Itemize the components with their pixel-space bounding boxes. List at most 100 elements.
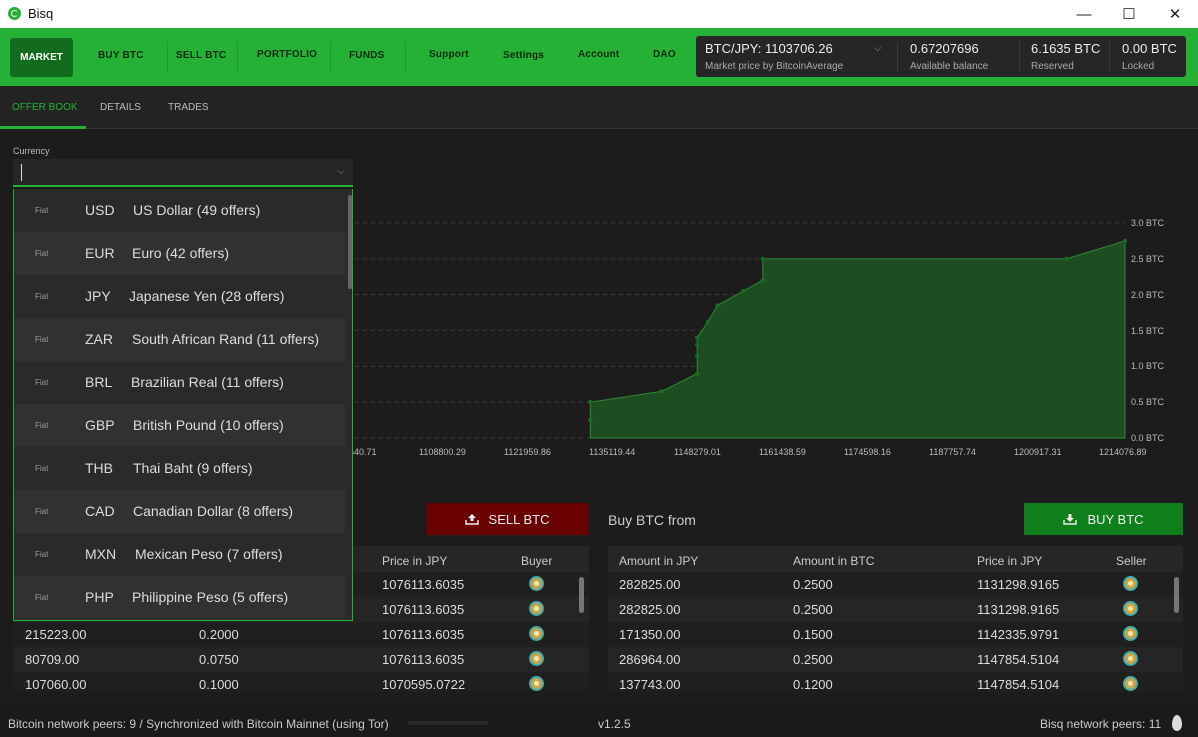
seller-avatar-icon[interactable] (1123, 576, 1138, 591)
tab-trades[interactable]: TRADES (168, 102, 209, 113)
depth-point (760, 256, 765, 262)
column-header-price[interactable]: Price in JPY (977, 554, 1042, 568)
currency-code: THB (85, 460, 113, 476)
currency-option-thb[interactable]: Fiat THB Thai Baht (9 offers) (15, 447, 345, 490)
nav-market[interactable]: MARKET (10, 38, 73, 77)
table-row[interactable]: 286964.00 0.2500 1147854.5104 (608, 647, 1183, 672)
cell-amount-btc: 0.1200 (793, 677, 833, 692)
depth-point (695, 335, 700, 340)
table-row[interactable]: 215223.00 0.2000 1076113.6035 (13, 622, 589, 647)
depth-point (1064, 256, 1069, 262)
currency-name: US Dollar (49 offers) (133, 202, 261, 218)
buyer-avatar-icon[interactable] (529, 601, 544, 616)
currency-name: Japanese Yen (28 offers) (129, 288, 285, 304)
tab-offer-book[interactable]: OFFER BOOK (12, 102, 78, 113)
title-bar: Bisq — ☐ ✕ (0, 0, 1198, 28)
cell-amount-btc: 0.2500 (793, 602, 833, 617)
currency-option-jpy[interactable]: Fiat JPY Japanese Yen (28 offers) (15, 275, 345, 318)
currency-code: BRL (85, 374, 113, 390)
chevron-down-icon[interactable]: ⌵ (337, 166, 345, 177)
dropdown-scrollbar[interactable] (348, 195, 352, 289)
column-header-buyer[interactable]: Buyer (521, 554, 552, 568)
cell-price: 1131298.9165 (977, 577, 1060, 592)
currency-name: South African Rand (11 offers) (132, 331, 320, 347)
currency-label: Currency (13, 146, 50, 156)
reserved-value: 6.1635 BTC (1031, 41, 1101, 56)
market-price-value[interactable]: BTC/JPY: 1103706.26 (705, 41, 833, 56)
cell-amount-btc: 0.2500 (793, 577, 833, 592)
cell-amount-btc: 0.2500 (793, 652, 833, 667)
currency-code: ZAR (85, 331, 113, 347)
nav-sell-btc[interactable]: SELL BTC (176, 50, 226, 61)
currency-name: Mexican Peso (7 offers) (135, 546, 283, 562)
table-row[interactable]: 80709.00 0.0750 1076113.6035 (13, 647, 589, 672)
nav-support[interactable]: Support (429, 49, 469, 60)
y-tick-label: 2.0 BTC (1131, 289, 1165, 300)
column-header-amount-jpy[interactable]: Amount in JPY (619, 554, 698, 568)
nav-settings[interactable]: Settings (503, 50, 544, 61)
column-header-price[interactable]: Price in JPY (382, 554, 447, 568)
currency-code: JPY (85, 288, 111, 304)
cell-amount-btc: 0.1000 (199, 677, 239, 692)
seller-avatar-icon[interactable] (1123, 676, 1138, 691)
currency-option-php[interactable]: Fiat PHP Philippine Peso (5 offers) (15, 576, 345, 619)
minimize-button[interactable]: — (1061, 0, 1107, 28)
depth-point (588, 399, 593, 405)
table-row[interactable]: 171350.00 0.1500 1142335.9791 (608, 622, 1183, 647)
locked-value: 0.00 BTC (1122, 41, 1177, 56)
table-scrollbar[interactable] (579, 577, 584, 613)
buyer-avatar-icon[interactable] (529, 676, 544, 691)
buyer-avatar-icon[interactable] (529, 576, 544, 591)
main-navigation: MARKET BUY BTC SELL BTC PORTFOLIO FUNDS … (0, 28, 1198, 86)
currency-option-usd[interactable]: Fiat USD US Dollar (49 offers) (15, 189, 345, 232)
y-tick-label: 0.5 BTC (1131, 397, 1165, 408)
tab-details[interactable]: DETAILS (100, 102, 141, 113)
currency-code: USD (85, 202, 115, 218)
column-header-amount-btc[interactable]: Amount in BTC (793, 554, 874, 568)
currency-dropdown-list: Fiat USD US Dollar (49 offers) Fiat EUR Euro … (13, 189, 353, 621)
currency-option-brl[interactable]: Fiat BRL Brazilian Real (11 offers) (15, 361, 345, 404)
chevron-down-icon[interactable]: ⌵ (874, 43, 882, 54)
close-button[interactable]: ✕ (1152, 0, 1198, 28)
buyer-avatar-icon[interactable] (529, 651, 544, 666)
currency-option-cad[interactable]: Fiat CAD Canadian Dollar (8 offers) (15, 490, 345, 533)
depth-area (589, 240, 1126, 439)
nav-buy-btc[interactable]: BUY BTC (98, 50, 144, 61)
table-scrollbar[interactable] (1174, 577, 1179, 613)
currency-option-zar[interactable]: Fiat ZAR South African Rand (11 offers) (15, 318, 345, 361)
download-icon (1063, 514, 1078, 525)
buy-btc-button[interactable]: BUY BTC (1024, 503, 1183, 535)
nav-account[interactable]: Account (578, 49, 619, 60)
currency-type-tag: Fiat (35, 292, 49, 301)
currency-name: Brazilian Real (11 offers) (131, 374, 284, 390)
cell-amount-btc: 0.0750 (199, 652, 239, 667)
currency-option-gbp[interactable]: Fiat GBP British Pound (10 offers) (15, 404, 345, 447)
seller-avatar-icon[interactable] (1123, 626, 1138, 641)
nav-dao[interactable]: DAO (653, 49, 676, 60)
table-row[interactable]: 282825.00 0.2500 1131298.9165 (608, 572, 1183, 597)
maximize-button[interactable]: ☐ (1106, 0, 1152, 28)
nav-funds[interactable]: FUNDS (349, 50, 384, 61)
table-row[interactable]: 282825.00 0.2500 1131298.9165 (608, 597, 1183, 622)
nav-divider (237, 42, 238, 72)
cell-price: 1076113.6035 (382, 627, 465, 642)
depth-point (659, 389, 664, 394)
buyer-avatar-icon[interactable] (529, 626, 544, 641)
nav-divider (405, 42, 406, 72)
table-row[interactable]: 107060.00 0.1000 1070595.0722 (13, 672, 589, 697)
currency-option-mxn[interactable]: Fiat MXN Mexican Peso (7 offers) (15, 533, 345, 576)
currency-combobox[interactable]: ⌵ (13, 159, 353, 187)
column-header-seller[interactable]: Seller (1116, 554, 1147, 568)
cell-amount-btc: 0.2000 (199, 627, 239, 642)
seller-avatar-icon[interactable] (1123, 601, 1138, 616)
available-balance-value: 0.67207696 (910, 41, 979, 56)
cell-amount-jpy: 171350.00 (619, 627, 681, 642)
subtabs: OFFER BOOK DETAILS TRADES (0, 86, 1198, 129)
cell-amount-jpy: 215223.00 (25, 627, 87, 642)
table-row[interactable]: 137743.00 0.1200 1147854.5104 (608, 672, 1183, 697)
sell-btc-button[interactable]: SELL BTC (426, 503, 588, 535)
nav-portfolio[interactable]: PORTFOLIO (257, 49, 317, 60)
seller-avatar-icon[interactable] (1123, 651, 1138, 666)
currency-option-eur[interactable]: Fiat EUR Euro (42 offers) (15, 232, 345, 275)
depth-point (741, 288, 746, 294)
